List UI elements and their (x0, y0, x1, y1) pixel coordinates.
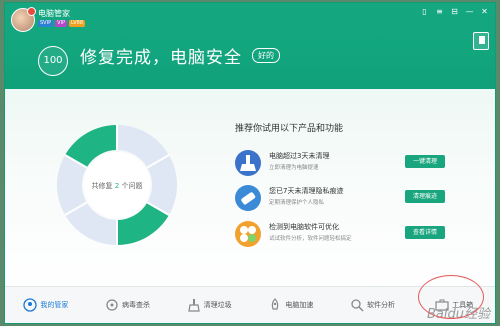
menu-icon[interactable]: ≡ (435, 7, 444, 16)
recommend-title: 推荐你试用以下产品和功能 (235, 124, 344, 134)
user-tags: SVIP VIP LV88 (38, 20, 86, 27)
app-title: 电脑管家 (38, 9, 70, 18)
recommend-item-subtitle: 试试软件分析，软件问题轻松搞定 (269, 236, 352, 242)
skin-icon[interactable]: ⊟ (450, 7, 459, 16)
status-badge[interactable]: 好的 (252, 48, 280, 63)
svg-text:共修复 2 个问题: 共修复 2 个问题 (92, 181, 143, 190)
home-icon (23, 298, 37, 312)
side-panel-icon[interactable] (473, 32, 489, 50)
analysis-icon (350, 298, 364, 312)
health-score: 100 (38, 46, 68, 76)
view-details-button[interactable]: 查看详情 (405, 226, 445, 239)
summary-unit: 个问题 (121, 182, 142, 190)
nav-item-software-analysis[interactable]: 软件分析 (332, 287, 414, 323)
nav-label: 病毒查杀 (122, 301, 150, 309)
summary-label: 共修复 (92, 181, 113, 190)
nav-label: 电脑加速 (285, 301, 314, 309)
one-click-clean-button[interactable]: 一键清理 (405, 155, 445, 168)
nav-item-clean-junk[interactable]: 清理垃圾 (168, 287, 250, 323)
eraser-icon (235, 185, 261, 211)
minimize-icon[interactable]: — (465, 7, 474, 16)
tag-vip: VIP (55, 20, 68, 27)
nav-label: 清理垃圾 (203, 301, 232, 309)
rocket-icon (268, 298, 282, 312)
recommend-item: 您已7天未清理隐私痕迹 定期清理保护个人隐私 清理痕迹 (235, 184, 455, 214)
recommend-item-title: 您已7天未清理隐私痕迹 (269, 187, 344, 195)
broom-icon (235, 150, 261, 176)
puzzle-icon (235, 221, 261, 247)
recommend-item-title: 检测到电脑软件可优化 (269, 223, 339, 231)
summary-count: 2 (115, 182, 119, 190)
nav-item-my-manager[interactable]: 我的管家 (5, 287, 87, 323)
phone-icon[interactable]: ▯ (420, 7, 429, 16)
recommend-item: 电脑超过3天未清理 立即清理为电脑提速 一键清理 (235, 149, 455, 179)
tag-svip: SVIP (38, 20, 54, 27)
nav-label: 我的管家 (40, 301, 69, 309)
repair-donut: 共修复 2 个问题 (57, 125, 177, 245)
window-controls: ▯ ≡ ⊟ — ✕ (420, 7, 489, 16)
tag-level: LV88 (69, 20, 86, 27)
clean-traces-button[interactable]: 清理痕迹 (405, 190, 445, 203)
nav-label: 软件分析 (367, 301, 396, 309)
status-title: 修复完成，电脑安全 (80, 48, 242, 68)
app-window: 电脑管家 SVIP VIP LV88 ▯ ≡ ⊟ — ✕ 100 修复完成，电脑… (4, 2, 496, 324)
recommend-item: 检测到电脑软件可优化 试试软件分析，软件问题轻松搞定 查看详情 (235, 220, 455, 250)
broom-icon (187, 298, 201, 312)
notification-dot (27, 7, 36, 16)
close-icon[interactable]: ✕ (480, 7, 489, 16)
desktop-background: 电脑管家 SVIP VIP LV88 ▯ ≡ ⊟ — ✕ 100 修复完成，电脑… (0, 0, 500, 326)
nav-item-speed-up[interactable]: 电脑加速 (250, 287, 332, 323)
virus-icon (105, 298, 119, 312)
header: 电脑管家 SVIP VIP LV88 ▯ ≡ ⊟ — ✕ 100 修复完成，电脑… (5, 3, 495, 89)
recommend-item-title: 电脑超过3天未清理 (269, 152, 330, 160)
recommend-item-subtitle: 立即清理为电脑提速 (269, 165, 319, 171)
highlight-circle (418, 275, 484, 319)
nav-item-virus-scan[interactable]: 病毒查杀 (87, 287, 169, 323)
recommend-item-subtitle: 定期清理保护个人隐私 (269, 200, 325, 206)
